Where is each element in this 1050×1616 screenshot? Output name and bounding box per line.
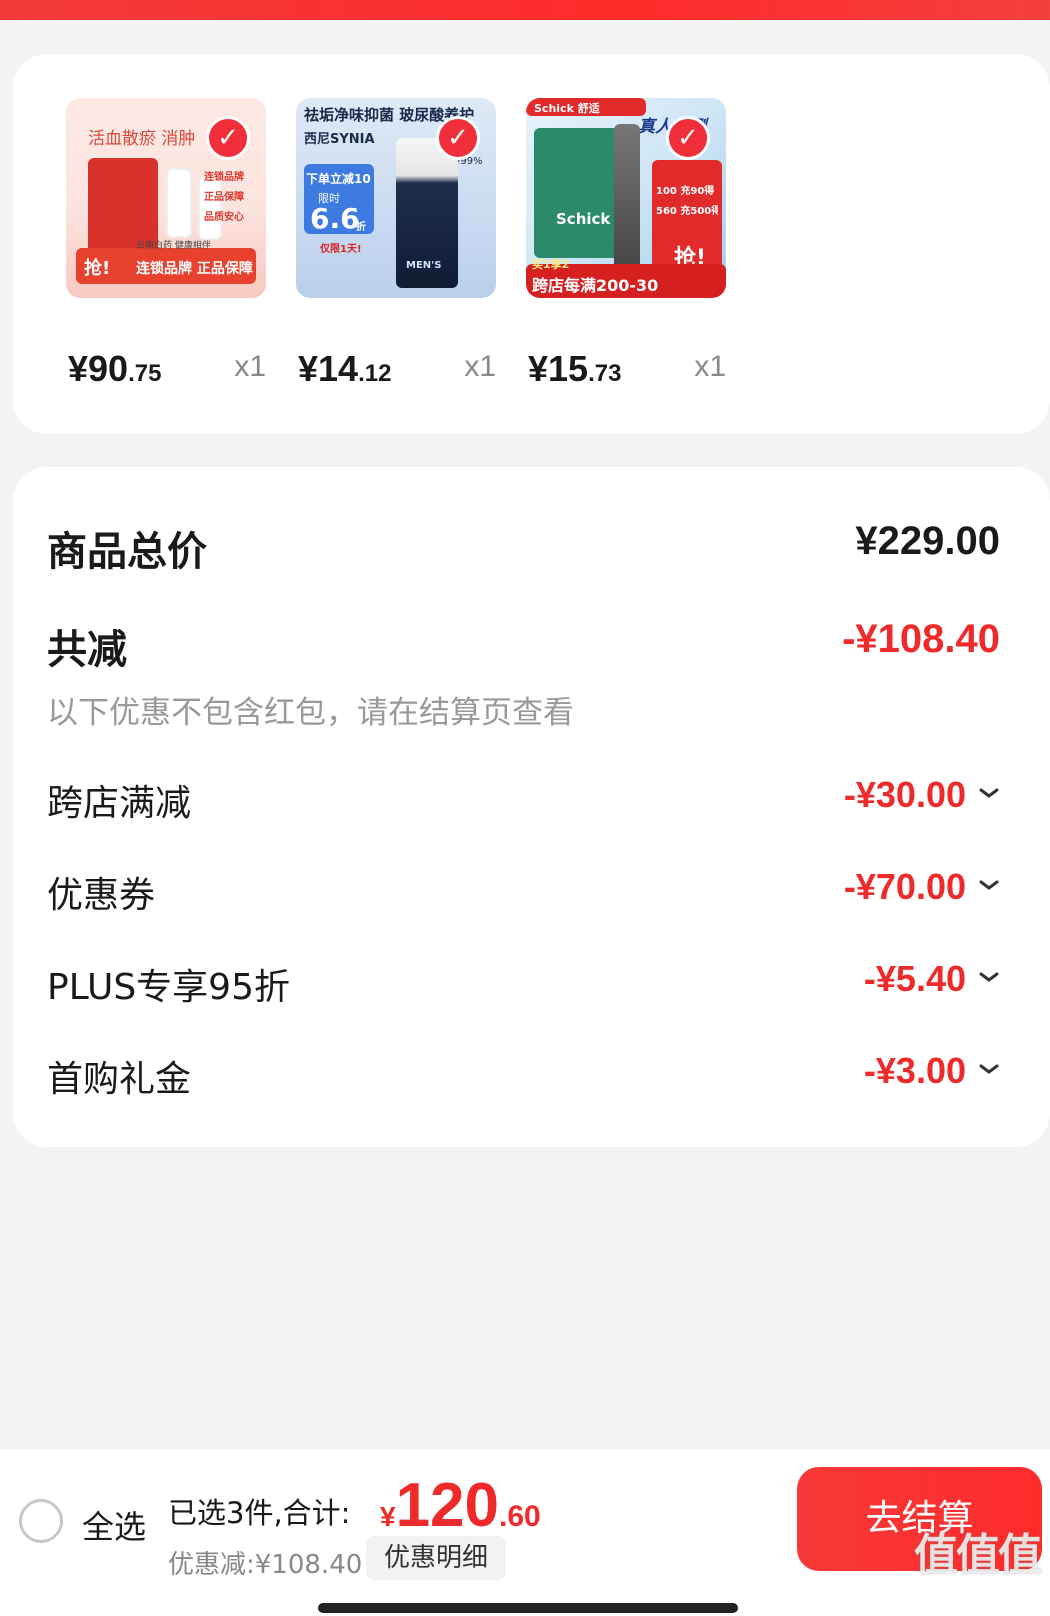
- discount-item-row[interactable]: 跨店满减 -¥30.00: [47, 774, 1000, 824]
- product-image[interactable]: Schick 舒适 真人实测 Schick 100 充90得 560 充500得…: [526, 98, 726, 298]
- discount-item-label: 跨店满减: [47, 783, 192, 824]
- select-all-radio[interactable]: [19, 1499, 63, 1543]
- chevron-down-icon[interactable]: [978, 786, 1000, 800]
- watermark-logo: 值值值 zhizhizhi.com: [914, 1531, 1042, 1605]
- discount-item-label: 优惠券: [47, 875, 156, 916]
- discount-item-row[interactable]: 优惠券 -¥70.00: [47, 866, 1000, 916]
- promo-offer-text: 买1享2: [532, 258, 570, 271]
- total-price-row: 商品总价 ¥229.00: [47, 519, 1000, 575]
- promo-banner-text: 连锁品牌 正品保障: [136, 261, 253, 277]
- product-price: ¥90.75: [68, 348, 162, 389]
- bottle-label-text: MEN'S: [406, 260, 442, 271]
- discount-item-label: PLUS专享95折: [47, 967, 290, 1008]
- chevron-down-icon[interactable]: [978, 970, 1000, 984]
- total-payable-price: ¥120.60: [380, 1471, 541, 1540]
- package-graphic: [534, 128, 624, 258]
- selected-check-icon[interactable]: ✓: [436, 116, 480, 160]
- checkout-bar: 全选 已选3件,合计: ¥120.60 优惠减:¥108.40 优惠明细 去结算…: [0, 1450, 1050, 1616]
- product-quantity: x1: [464, 350, 496, 383]
- product-image[interactable]: 活血散瘀 消肿 抢! 连锁品牌 正品保障 连锁品牌 正品保障 品质安心 云南白药…: [66, 98, 266, 298]
- tag-text: 正品保障: [204, 192, 244, 203]
- discount-item-value: -¥3.00: [863, 1050, 966, 1091]
- selected-check-icon[interactable]: ✓: [206, 116, 250, 160]
- discount-item-label: 首购礼金: [47, 1059, 192, 1100]
- chevron-down-icon[interactable]: [978, 1062, 1000, 1076]
- brand-slogan-text: 云南白药 健康相伴: [136, 241, 211, 251]
- discount-item-row[interactable]: PLUS专享95折 -¥5.40: [47, 958, 1000, 1008]
- product-quantity: x1: [694, 350, 726, 383]
- total-discount-row: 共减 -¥108.40: [47, 617, 1000, 673]
- top-status-bar: [0, 0, 1050, 20]
- promo-recharge-text: 100 充90得: [656, 186, 715, 197]
- selected-count-text: 已选3件,合计:: [168, 1496, 351, 1530]
- discount-note-row: 以下优惠不包含红包，请在结算页查看: [47, 687, 1000, 731]
- total-price-value: ¥229.00: [855, 519, 1000, 563]
- promo-banner-text: 跨店每满200-30: [532, 276, 659, 295]
- product-item[interactable]: 活血散瘀 消肿 抢! 连锁品牌 正品保障 连锁品牌 正品保障 品质安心 云南白药…: [66, 98, 266, 389]
- razor-graphic: [614, 124, 640, 274]
- product-price: ¥15.73: [528, 348, 622, 389]
- chevron-down-icon[interactable]: [978, 878, 1000, 892]
- discount-detail-button[interactable]: 优惠明细: [366, 1536, 506, 1580]
- total-discount-label: 共减: [47, 627, 127, 673]
- discount-item-value: -¥70.00: [843, 866, 966, 907]
- tag-text: 品质安心: [204, 212, 244, 223]
- saving-amount-text: 优惠减:¥108.40: [168, 1550, 363, 1580]
- product-item[interactable]: 祛垢净味抑菌 玻尿酸养护 西尼SYNIA 下单立减10 限时 6.6 折 仅限1…: [296, 98, 496, 389]
- discount-item-value: -¥5.40: [863, 958, 966, 999]
- discount-item-value: -¥30.00: [843, 774, 966, 815]
- price-summary-card: 商品总价 ¥229.00 共减 -¥108.40 以下优惠不包含红包，请在结算页…: [13, 467, 1050, 1147]
- bottle-graphic: [166, 168, 192, 238]
- tag-text: 连锁品牌: [204, 172, 244, 183]
- product-quantity: x1: [234, 350, 266, 383]
- total-price-label: 商品总价: [47, 529, 207, 575]
- product-item[interactable]: Schick 舒适 真人实测 Schick 100 充90得 560 充500得…: [526, 98, 726, 389]
- discount-note: 以下优惠不包含红包，请在结算页查看: [47, 695, 574, 731]
- total-discount-value: -¥108.40: [842, 617, 1000, 661]
- selected-products-card: 活血散瘀 消肿 抢! 连锁品牌 正品保障 连锁品牌 正品保障 品质安心 云南白药…: [13, 54, 1050, 434]
- home-indicator[interactable]: [318, 1603, 738, 1613]
- select-all-label[interactable]: 全选: [82, 1502, 146, 1548]
- product-image[interactable]: 祛垢净味抑菌 玻尿酸养护 西尼SYNIA 下单立减10 限时 6.6 折 仅限1…: [296, 98, 496, 298]
- selected-check-icon[interactable]: ✓: [666, 116, 710, 160]
- promo-recharge-text: 560 充500得: [656, 206, 718, 217]
- product-price: ¥14.12: [298, 348, 392, 389]
- discount-item-row[interactable]: 首购礼金 -¥3.00: [47, 1050, 1000, 1100]
